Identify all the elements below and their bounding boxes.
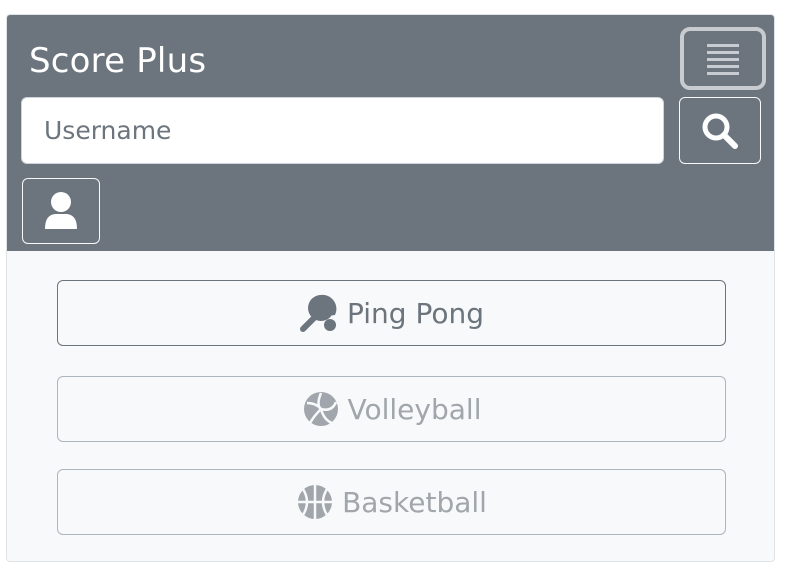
sport-button-volleyball[interactable]: Volleyball <box>57 376 726 442</box>
basketball-icon <box>296 483 334 521</box>
navbar: Score Plus <box>7 15 774 251</box>
sport-label: Volleyball <box>347 392 482 426</box>
sport-button-ping-pong[interactable]: Ping Pong <box>57 280 726 346</box>
sport-label: Ping Pong <box>346 296 484 330</box>
app-card: Score Plus Username Ping Pong Volleyball… <box>6 14 775 562</box>
sport-label: Basketball <box>342 485 487 519</box>
search-icon <box>702 113 738 149</box>
username-search-input[interactable] <box>21 97 664 164</box>
menu-toggle-button[interactable] <box>680 27 766 90</box>
search-button[interactable] <box>679 97 761 164</box>
volleyball-icon <box>302 390 340 428</box>
sport-button-basketball[interactable]: Basketball <box>57 469 726 535</box>
ping-pong-paddle-icon <box>299 293 339 333</box>
brand-title[interactable]: Score Plus <box>29 37 206 85</box>
user-icon <box>45 192 77 229</box>
hamburger-icon <box>707 43 739 75</box>
user-button[interactable] <box>22 178 100 244</box>
